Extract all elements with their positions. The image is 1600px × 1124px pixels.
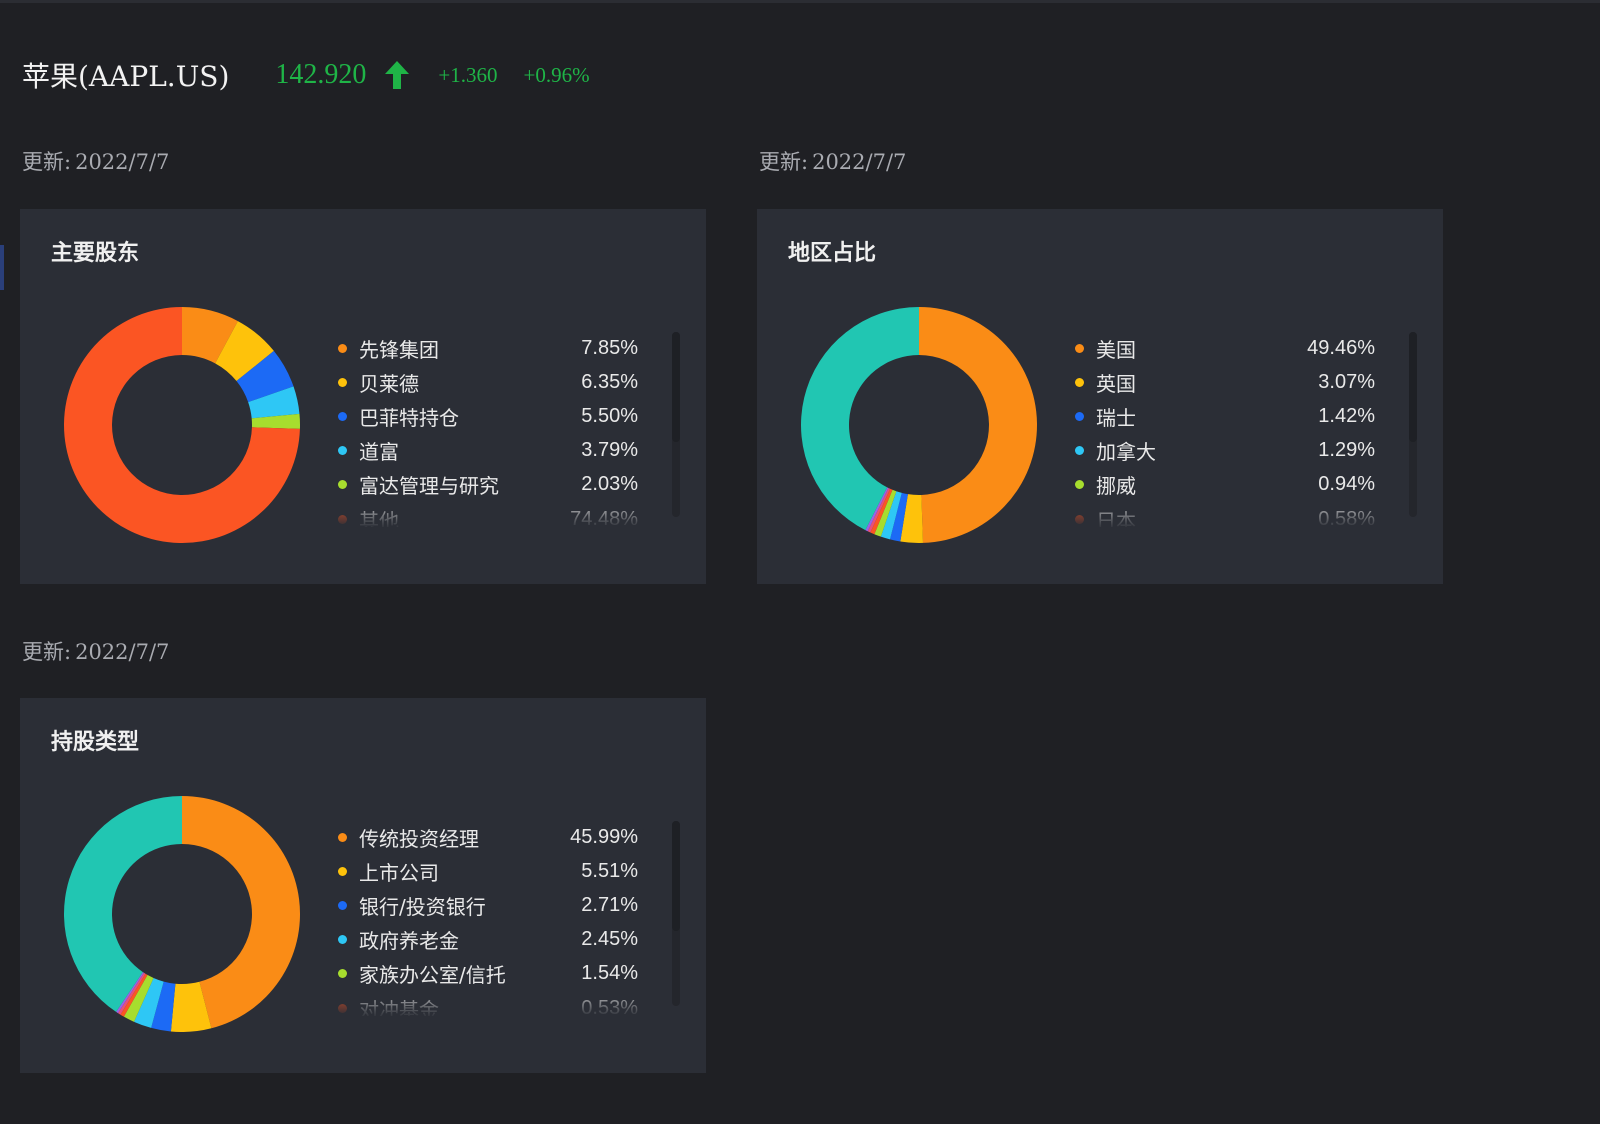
legend-item[interactable]: 英国 3.07% — [1075, 365, 1405, 399]
legend-dot-icon — [338, 411, 347, 421]
legend-label: 巴菲特持仓 — [359, 405, 459, 430]
legend-label: 政府养老金 — [359, 929, 459, 954]
legend-dot-icon — [338, 343, 347, 353]
legend-dot-icon — [338, 446, 347, 456]
legend-dot-icon — [1075, 480, 1084, 490]
donut-slice-0[interactable] — [919, 307, 1037, 543]
legend-item[interactable]: 银行/投资银行 2.71% — [338, 888, 668, 922]
legend-item[interactable]: 加拿大 1.29% — [1075, 434, 1405, 468]
legend-value: 1.54% — [581, 962, 638, 985]
legend-dot-icon — [338, 377, 347, 387]
legend-dot-icon — [338, 969, 347, 979]
legend-item[interactable]: 巴菲特持仓 5.50% — [338, 399, 668, 433]
legend-dot-icon — [1075, 343, 1084, 353]
stock-price: 142.920 — [275, 59, 367, 90]
legend-value: 3.07% — [1318, 370, 1375, 393]
scrollbar-thumb[interactable] — [1409, 332, 1417, 442]
donut-chart[interactable] — [801, 307, 1037, 543]
legend-label: 传统投资经理 — [359, 826, 479, 851]
legend-label: 先锋集团 — [359, 337, 439, 362]
legend-item[interactable]: 传统投资经理 45.99% — [338, 820, 668, 854]
legend-value: 0.94% — [1318, 473, 1375, 496]
legend-value: 1.42% — [1318, 404, 1375, 427]
panel-title: 地区占比 — [788, 241, 877, 266]
legend-value: 6.35% — [581, 370, 638, 393]
left-edge-indicator — [0, 245, 4, 290]
legend-value: 45.99% — [570, 825, 638, 848]
legend-value: 1.29% — [1318, 439, 1375, 462]
legend-dot-icon — [338, 832, 347, 842]
panel-holding-type: 持股类型 传统投资经理 45.99% 上市公司 5.51% 银行/投资银行 2.71% 政府… — [20, 698, 706, 1073]
update-label: 更新: — [22, 640, 72, 664]
update-label: 更新: — [22, 150, 72, 174]
legend-value: 2.45% — [581, 928, 638, 951]
legend-dot-icon — [338, 866, 347, 876]
legend-item[interactable]: 贝莱德 6.35% — [338, 365, 668, 399]
legend-fade — [338, 986, 668, 1018]
legend-item[interactable]: 上市公司 5.51% — [338, 854, 668, 888]
donut-slice-8[interactable] — [64, 796, 182, 1012]
donut-chart[interactable] — [64, 307, 300, 543]
legend-dot-icon — [338, 935, 347, 945]
legend-label: 贝莱德 — [359, 371, 419, 396]
legend-value: 49.46% — [1307, 336, 1375, 359]
update-info-region: 更新: 2022/7/7 — [759, 146, 906, 176]
scrollbar-thumb[interactable] — [672, 821, 680, 931]
price-change: +1.360 — [438, 62, 498, 87]
legend-dot-icon — [338, 900, 347, 910]
legend-item[interactable]: 先锋集团 7.85% — [338, 331, 668, 365]
legend-value: 5.50% — [581, 404, 638, 427]
legend-label: 挪威 — [1096, 474, 1136, 499]
stock-name: 苹果(AAPL.US) — [22, 60, 230, 93]
legend-item[interactable]: 道富 3.79% — [338, 434, 668, 468]
legend-value: 2.71% — [581, 893, 638, 916]
legend-label: 美国 — [1096, 337, 1136, 362]
legend-value: 5.51% — [581, 859, 638, 882]
legend-dot-icon — [1075, 411, 1084, 421]
legend-label: 家族办公室/信托 — [359, 963, 506, 988]
panel-region-share: 地区占比 美国 49.46% 英国 3.07% 瑞士 1.42% 加拿大 1.29% 挪威 0.9… — [757, 209, 1443, 584]
legend-dot-icon — [338, 480, 347, 490]
panel-major-shareholders: 主要股东 先锋集团 7.85% 贝莱德 6.35% 巴菲特持仓 5.50% 道富 3.79% 富… — [20, 209, 706, 584]
price-change-percent: +0.96% — [523, 62, 590, 87]
update-date: 2022/7/7 — [812, 150, 907, 174]
arrow-up-icon — [384, 60, 410, 90]
legend-scrollbar[interactable] — [672, 821, 680, 1006]
legend-item[interactable]: 瑞士 1.42% — [1075, 399, 1405, 433]
legend-label: 上市公司 — [359, 860, 439, 885]
scrollbar-thumb[interactable] — [672, 332, 680, 442]
legend-label: 道富 — [359, 440, 399, 465]
legend-item[interactable]: 美国 49.46% — [1075, 331, 1405, 365]
legend-value: 2.03% — [581, 473, 638, 496]
update-date: 2022/7/7 — [75, 640, 170, 664]
legend-value: 7.85% — [581, 336, 638, 359]
legend-item[interactable]: 政府养老金 2.45% — [338, 923, 668, 957]
panel-title: 持股类型 — [51, 730, 140, 755]
update-date: 2022/7/7 — [75, 150, 170, 174]
legend-value: 3.79% — [581, 439, 638, 462]
panel-title: 主要股东 — [51, 241, 140, 266]
legend-label: 加拿大 — [1096, 440, 1156, 465]
legend-label: 富达管理与研究 — [359, 474, 499, 499]
top-border — [0, 0, 1600, 3]
legend-dot-icon — [1075, 377, 1084, 387]
legend-label: 英国 — [1096, 371, 1136, 396]
update-label: 更新: — [759, 150, 809, 174]
update-info-shareholders: 更新: 2022/7/7 — [22, 146, 169, 176]
donut-chart[interactable] — [64, 796, 300, 1032]
legend-fade — [338, 497, 668, 529]
stock-header: 苹果(AAPL.US) 142.920 +1.360 +0.96% — [22, 50, 590, 100]
legend-scrollbar[interactable] — [1409, 332, 1417, 517]
legend-label: 瑞士 — [1096, 405, 1136, 430]
update-info-holding-type: 更新: 2022/7/7 — [22, 636, 169, 666]
legend-dot-icon — [1075, 446, 1084, 456]
legend-label: 银行/投资银行 — [359, 894, 486, 919]
legend-fade — [1075, 497, 1405, 529]
legend-scrollbar[interactable] — [672, 332, 680, 517]
